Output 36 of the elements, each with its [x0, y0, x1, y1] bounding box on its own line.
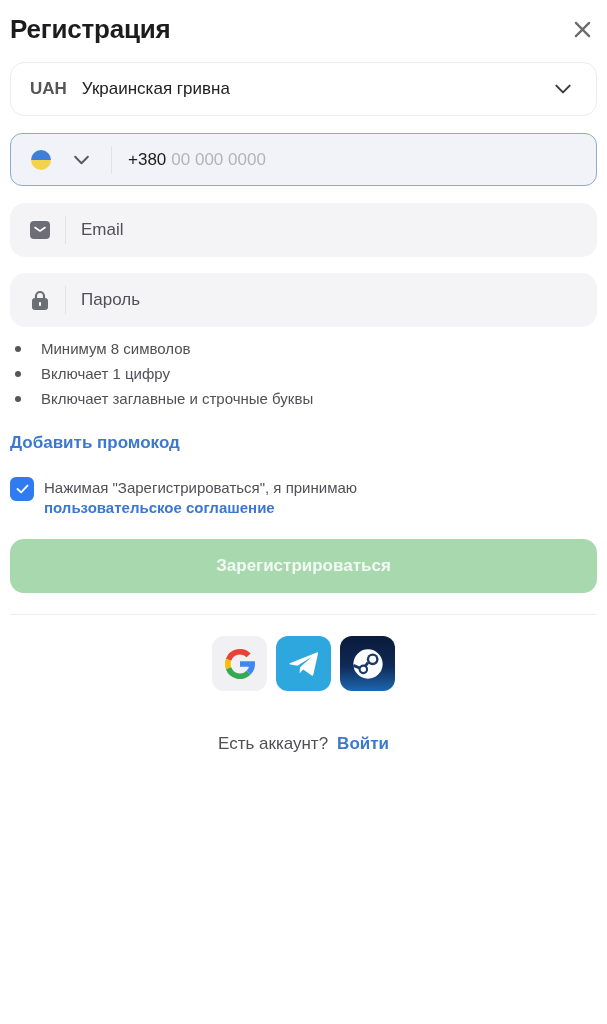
- footer-text: Есть аккаунт?: [218, 733, 329, 755]
- phone-code: +380: [128, 149, 167, 170]
- mail-icon: [30, 220, 50, 240]
- password-field[interactable]: Пароль: [10, 273, 597, 327]
- currency-code: UAH: [30, 79, 67, 99]
- password-rule: Минимум 8 символов: [41, 340, 191, 357]
- close-icon[interactable]: [574, 20, 591, 38]
- paper-plane-icon: [288, 649, 319, 678]
- password-input[interactable]: Пароль: [81, 285, 577, 315]
- password-rule: Включает 1 цифру: [41, 365, 170, 382]
- agreement-text: Нажимая "Зарегистрироваться", я принимаю пользовательское соглашение: [44, 478, 358, 518]
- lock-icon: [30, 290, 50, 310]
- steam-login-button[interactable]: [340, 636, 395, 691]
- bullet-icon: [15, 395, 21, 402]
- google-login-button[interactable]: [212, 636, 267, 691]
- password-rule: Включает заглавные и строчные буквы: [41, 390, 314, 407]
- agreement-checkbox[interactable]: [10, 477, 34, 501]
- chevron-down-icon[interactable]: [554, 84, 572, 94]
- checkmark-icon: [15, 484, 29, 494]
- phone-input[interactable]: 00 000 0000: [171, 144, 576, 175]
- user-agreement-link[interactable]: пользовательское соглашение: [44, 498, 275, 518]
- steam-icon: [351, 647, 384, 680]
- bullet-icon: [15, 345, 21, 352]
- promo-code-link[interactable]: Добавить промокод: [10, 431, 180, 455]
- currency-select[interactable]: UAH Украинская гривна: [10, 62, 597, 116]
- chevron-down-icon[interactable]: [73, 154, 90, 165]
- google-icon: [224, 648, 255, 679]
- phone-field[interactable]: +380 00 000 0000: [10, 133, 597, 186]
- email-input[interactable]: Email: [81, 215, 577, 245]
- page-title: Регистрация: [10, 13, 171, 45]
- currency-name: Украинская гривна: [81, 79, 231, 99]
- email-field[interactable]: Email: [10, 203, 597, 257]
- login-link[interactable]: Войти: [337, 732, 389, 756]
- bullet-icon: [15, 370, 21, 377]
- flag-icon[interactable]: [31, 149, 51, 170]
- telegram-login-button[interactable]: [276, 636, 331, 691]
